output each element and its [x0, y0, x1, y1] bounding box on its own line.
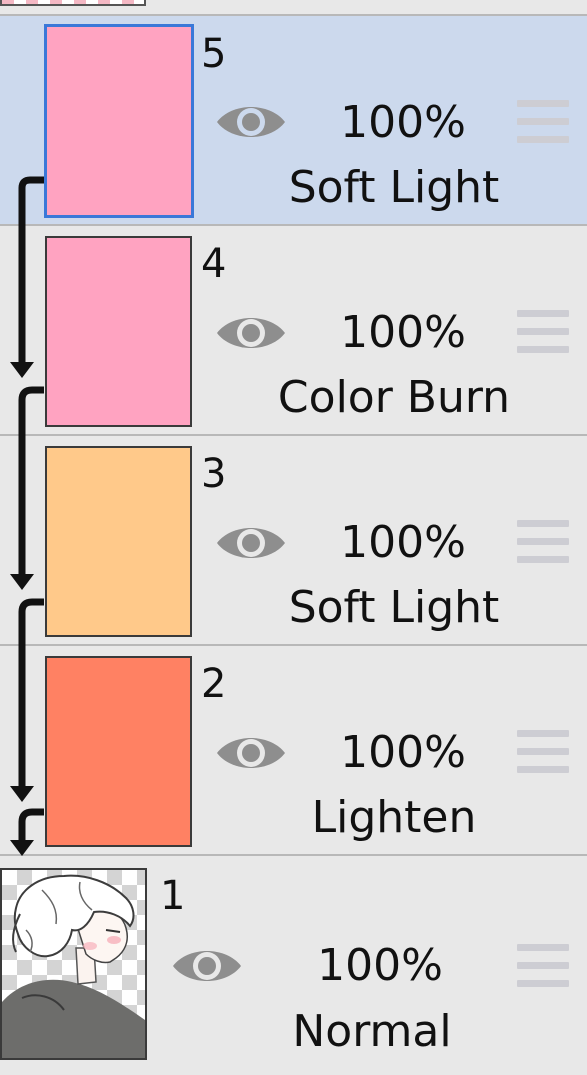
drag-handle-icon[interactable]	[517, 310, 569, 354]
eye-icon[interactable]	[170, 942, 244, 990]
layer-thumbnail[interactable]	[45, 236, 192, 427]
layer-thumbnail[interactable]	[0, 868, 147, 1060]
eye-icon[interactable]	[214, 729, 288, 777]
previous-layer-row-edge[interactable]	[0, 0, 587, 16]
layer-blend-mode[interactable]: Soft Light	[254, 586, 534, 630]
layers-panel: 5 100% Soft Light 4 100% Color Burn 3 10…	[0, 0, 587, 1075]
previous-layer-thumbnail	[0, 0, 146, 6]
layer-row-3[interactable]: 3 100% Soft Light	[0, 436, 587, 646]
character-sketch-image	[2, 874, 145, 1058]
eye-icon[interactable]	[214, 519, 288, 567]
layer-number: 1	[160, 873, 186, 919]
layer-number: 2	[201, 661, 227, 707]
layer-blend-mode[interactable]: Soft Light	[254, 166, 534, 210]
layer-row-5[interactable]: 5 100% Soft Light	[0, 16, 587, 226]
layer-number: 5	[201, 31, 227, 77]
layer-blend-mode[interactable]: Normal	[232, 1010, 512, 1054]
layer-opacity[interactable]: 100%	[303, 521, 503, 565]
drag-handle-icon[interactable]	[517, 100, 569, 144]
layer-blend-mode[interactable]: Lighten	[254, 796, 534, 840]
layer-row-1[interactable]: 1 100% Normal	[0, 856, 587, 1075]
layer-row-2[interactable]: 2 100% Lighten	[0, 646, 587, 856]
layer-number: 4	[201, 241, 227, 287]
drag-handle-icon[interactable]	[517, 520, 569, 564]
layer-blend-mode[interactable]: Color Burn	[254, 376, 534, 420]
layer-thumbnail[interactable]	[45, 656, 192, 847]
layer-thumbnail[interactable]	[45, 446, 192, 637]
drag-handle-icon[interactable]	[517, 730, 569, 774]
eye-icon[interactable]	[214, 98, 288, 146]
layer-row-4[interactable]: 4 100% Color Burn	[0, 226, 587, 436]
layer-opacity[interactable]: 100%	[280, 944, 480, 988]
layer-number: 3	[201, 451, 227, 497]
layer-opacity[interactable]: 100%	[303, 311, 503, 355]
layer-opacity[interactable]: 100%	[303, 731, 503, 775]
layer-thumbnail[interactable]	[44, 24, 194, 218]
eye-icon[interactable]	[214, 309, 288, 357]
drag-handle-icon[interactable]	[517, 944, 569, 988]
layer-opacity[interactable]: 100%	[303, 101, 503, 145]
